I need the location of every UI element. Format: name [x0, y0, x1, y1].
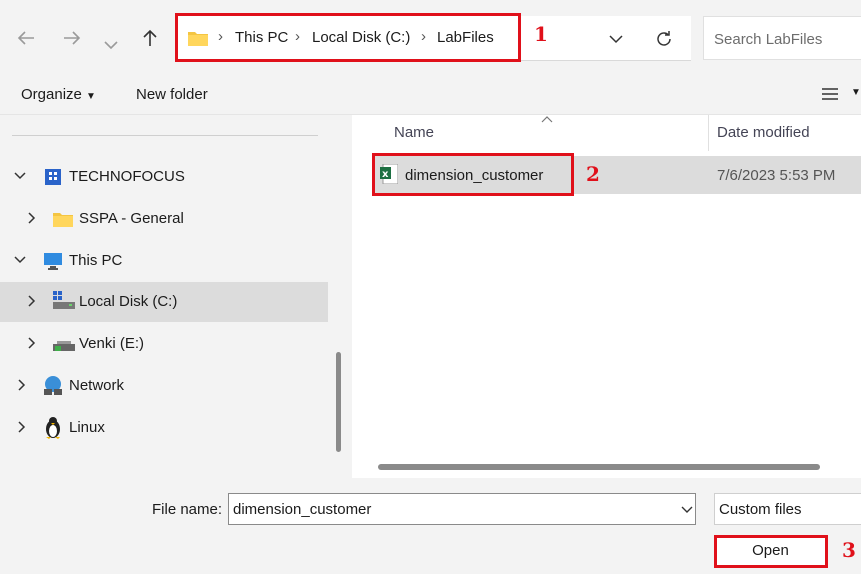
search-input[interactable]: Search LabFiles [714, 31, 822, 48]
annotation-number-1: 1 [534, 22, 548, 46]
chevron-right-icon [18, 379, 26, 391]
annotation-box-1 [175, 13, 521, 62]
back-button[interactable] [16, 28, 36, 53]
sidebar-item-label: Venki (E:) [79, 335, 145, 352]
usb-drive-icon [53, 341, 75, 351]
caret-down-icon[interactable]: ▼ [851, 87, 861, 98]
arrow-up-icon [143, 29, 157, 46]
folder-icon [53, 213, 73, 227]
building-icon [45, 169, 61, 185]
file-name-field[interactable]: dimension_customer [228, 493, 696, 525]
recent-locations-button[interactable] [103, 32, 119, 56]
new-folder-button[interactable]: New folder [136, 86, 208, 103]
chevron-right-icon [18, 421, 26, 433]
list-view-icon[interactable] [822, 87, 838, 101]
chevron-right-icon [28, 295, 36, 307]
chevron-down-icon [14, 172, 26, 180]
arrow-left-icon [17, 31, 34, 45]
list-horizontal-scrollbar[interactable] [378, 464, 820, 470]
search-box[interactable]: Search LabFiles [703, 16, 861, 60]
divider [12, 135, 318, 136]
column-divider[interactable] [708, 115, 709, 151]
chevron-right-icon [28, 337, 36, 349]
forward-button[interactable] [62, 28, 82, 53]
command-bar [0, 76, 861, 115]
arrow-right-icon [64, 31, 81, 45]
chevron-down-icon [104, 41, 118, 50]
caret-down-icon: ▼ [86, 91, 96, 102]
drive-icon [53, 291, 75, 309]
chevron-down-icon[interactable] [681, 506, 693, 514]
chevron-down-icon[interactable] [608, 33, 624, 45]
sidebar-item-label: Local Disk (C:) [79, 293, 178, 310]
sidebar-item-label: Network [69, 377, 125, 394]
annotation-number-3: 3 [842, 538, 856, 562]
network-icon [44, 376, 62, 395]
column-header-name[interactable]: Name [394, 124, 434, 141]
organize-label: Organize [21, 86, 82, 103]
file-name-input[interactable]: dimension_customer [233, 501, 371, 518]
sidebar-item-linux[interactable]: Linux [0, 408, 328, 448]
sidebar-item-label: TECHNOFOCUS [69, 168, 185, 185]
file-type-value: Custom files [719, 501, 802, 518]
refresh-icon[interactable] [654, 29, 674, 49]
annotation-number-2: 2 [586, 162, 600, 186]
file-date-modified: 7/6/2023 5:53 PM [717, 167, 836, 184]
sort-ascending-icon [541, 116, 553, 123]
sidebar-item-network[interactable]: Network [0, 366, 328, 406]
sidebar-item-local-disk[interactable]: Local Disk (C:) [0, 282, 328, 322]
sidebar-item-technofocus[interactable]: TECHNOFOCUS [0, 157, 328, 197]
monitor-icon [44, 253, 62, 270]
penguin-icon [46, 417, 60, 439]
sidebar-item-venki[interactable]: Venki (E:) [0, 324, 328, 364]
annotation-box-3 [714, 535, 828, 568]
file-name-label: File name: [152, 501, 223, 518]
sidebar-item-label: This PC [69, 252, 123, 269]
sidebar-item-label: SSPA - General [79, 210, 184, 227]
column-header-date-modified[interactable]: Date modified [717, 124, 810, 141]
file-type-dropdown[interactable]: Custom files [714, 493, 861, 525]
sidebar-item-this-pc[interactable]: This PC [0, 241, 328, 281]
up-button[interactable] [140, 28, 160, 53]
organize-button[interactable]: Organize ▼ [21, 86, 96, 103]
chevron-down-icon [14, 256, 26, 264]
chevron-right-icon [28, 212, 36, 224]
nav-scrollbar[interactable] [336, 352, 341, 452]
sidebar-item-sspa-general[interactable]: SSPA - General [0, 199, 328, 239]
annotation-box-2 [372, 153, 574, 196]
sidebar-item-label: Linux [69, 419, 105, 436]
